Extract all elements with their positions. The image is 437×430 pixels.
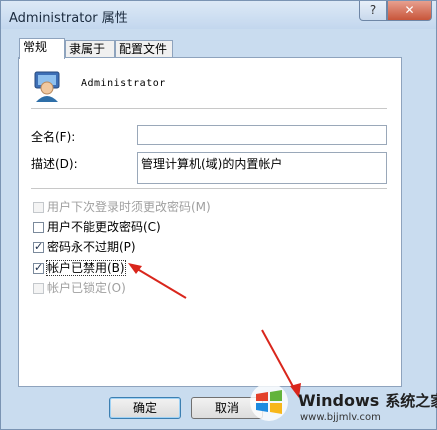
tab-general[interactable]: 常规 (19, 38, 65, 59)
watermark-brand-en: Windows (298, 391, 380, 410)
arrow-to-disabled-checkbox (128, 263, 187, 299)
watermark-url: www.bjjmlv.com (300, 412, 381, 423)
watermark-brand-cn: 系统之家 (385, 392, 437, 410)
annotation-arrows (128, 263, 301, 398)
windows-logo-icon (250, 383, 288, 421)
watermark-brand: Windows 系统之家 (298, 390, 437, 411)
